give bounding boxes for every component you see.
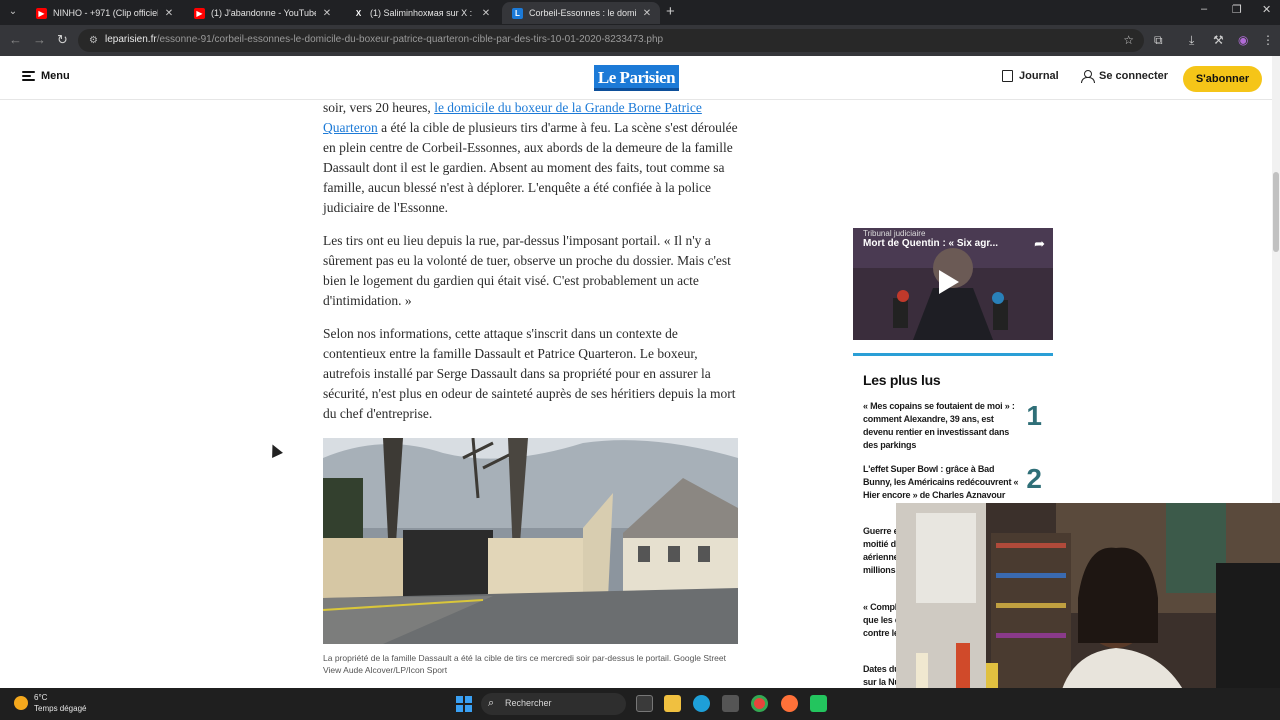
rank-number: 1 <box>1026 400 1042 431</box>
new-tab-icon[interactable]: + <box>666 4 675 20</box>
mouse-cursor-icon <box>267 442 283 458</box>
close-icon[interactable]: ✕ <box>164 8 174 19</box>
street-view-image <box>323 438 738 644</box>
tab-search-icon[interactable]: ⌄ <box>5 4 21 20</box>
tab-title: (1) Saliminhoxмая sur X : "L'ex <box>370 8 475 18</box>
photo-caption: La propriété de la famille Dassault a ét… <box>323 653 726 675</box>
minimize-icon[interactable]: – <box>1201 3 1207 15</box>
close-icon[interactable]: ✕ <box>642 8 652 19</box>
menu-button[interactable]: Menu <box>22 70 70 82</box>
article-paragraph: Selon nos informations, cette attaque s'… <box>323 326 736 421</box>
site-logo[interactable]: Le Parisien <box>594 65 679 91</box>
play-icon[interactable] <box>939 270 959 294</box>
tab-title: Corbeil-Essonnes : le domicile d <box>529 8 636 18</box>
article-paragraph: Les tirs ont eu lieu depuis la rue, par-… <box>323 233 731 308</box>
weather-text: 6°C Temps dégagé <box>34 692 86 714</box>
video-title: Mort de Quentin : « Six agr... <box>863 238 999 249</box>
weather-widget[interactable]: 6°C Temps dégagé <box>14 692 86 714</box>
journal-button[interactable]: Journal <box>1002 70 1059 82</box>
browser-toolbar: ← → ↻ ⚙ leparisien.fr/essonne-91/corbeil… <box>0 25 1280 56</box>
temperature: 6°C <box>34 693 48 702</box>
browser-tab-active[interactable]: L Corbeil-Essonnes : le domicile d ✕ <box>502 2 660 24</box>
weather-description: Temps dégagé <box>34 704 87 713</box>
browser-tab[interactable]: ▶ NINHO - +971 (Clip officiel) - Y ✕ <box>26 2 182 24</box>
weather-sun-icon <box>14 696 28 710</box>
firefox-icon[interactable] <box>781 695 798 712</box>
profile-icon[interactable]: ◉ <box>1238 33 1248 47</box>
menu-label: Menu <box>41 70 70 82</box>
taskbar-search[interactable]: ⌕ Rechercher <box>481 693 626 715</box>
file-explorer-icon[interactable] <box>664 695 681 712</box>
close-icon[interactable]: ✕ <box>481 8 491 19</box>
site-header: Menu Le Parisien Journal Se connecter S'… <box>0 56 1272 100</box>
tab-title: (1) J'abandonne - YouTube <box>211 8 316 18</box>
forward-icon[interactable]: → <box>33 32 46 48</box>
youtube-icon: ▶ <box>194 7 205 19</box>
store-icon[interactable] <box>722 695 739 712</box>
close-icon[interactable]: ✕ <box>322 8 332 19</box>
most-read-item[interactable]: L'effet Super Bowl : grâce à Bad Bunny, … <box>863 463 1048 502</box>
chrome-icon[interactable] <box>751 695 768 712</box>
browser-tab[interactable]: X (1) Saliminhoxмая sur X : "L'ex ✕ <box>343 2 499 24</box>
youtube-icon: ▶ <box>36 7 47 19</box>
browser-menu-icon[interactable]: ⋮ <box>1262 33 1274 47</box>
edge-icon[interactable] <box>693 695 710 712</box>
article-photo <box>323 438 738 644</box>
address-url[interactable]: leparisien.fr/essonne-91/corbeil-essonne… <box>105 34 663 45</box>
user-icon <box>1081 70 1095 83</box>
subscribe-button[interactable]: S'abonner <box>1183 66 1262 92</box>
login-label: Se connecter <box>1099 70 1169 82</box>
most-read-headline: L'effet Super Bowl : grâce à Bad Bunny, … <box>863 464 1019 500</box>
newspaper-icon <box>1002 70 1013 82</box>
site-info-icon[interactable]: ⚙ <box>87 34 100 47</box>
maximize-icon[interactable]: ❐ <box>1232 3 1242 16</box>
login-button[interactable]: Se connecter <box>1081 70 1169 83</box>
app-icon[interactable] <box>810 695 827 712</box>
most-read-title: Les plus lus <box>863 372 941 388</box>
browser-tab[interactable]: ▶ (1) J'abandonne - YouTube ✕ <box>184 2 340 24</box>
article-paragraph: soir, vers 20 heures, le domicile du box… <box>323 100 738 215</box>
x-icon: X <box>355 8 362 18</box>
task-view-icon[interactable] <box>636 695 653 712</box>
share-icon[interactable]: ➦ <box>1034 236 1045 252</box>
video-player[interactable]: Tribunal judiciaire Mort de Quentin : « … <box>853 228 1053 340</box>
journal-label: Journal <box>1019 70 1059 82</box>
close-window-icon[interactable]: ✕ <box>1262 3 1271 16</box>
download-icon[interactable]: ⤓ <box>1189 33 1194 47</box>
most-read-widget: Les plus lus « Mes copains se foutaient … <box>853 353 1053 687</box>
reload-icon[interactable]: ↻ <box>57 32 68 48</box>
address-bar[interactable]: ⚙ leparisien.fr/essonne-91/corbeil-esson… <box>78 29 1144 52</box>
search-icon: ⌕ <box>488 697 495 709</box>
tab-title: NINHO - +971 (Clip officiel) - Y <box>53 8 158 18</box>
windows-taskbar: 6°C Temps dégagé ⌕ Rechercher <box>0 688 1280 720</box>
back-icon[interactable]: ← <box>9 32 22 48</box>
video-overline: Tribunal judiciaire <box>863 229 926 238</box>
scrollbar-thumb[interactable] <box>1273 172 1279 252</box>
article-body: soir, vers 20 heures, le domicile du box… <box>323 98 739 437</box>
search-placeholder: Rechercher <box>505 698 552 708</box>
extensions-icon[interactable]: ⧉ <box>1154 33 1163 47</box>
browser-tab-strip: ⌄ ▶ NINHO - +971 (Clip officiel) - Y ✕ ▶… <box>0 0 1280 25</box>
most-read-headline: « Mes copains se foutaient de moi » : co… <box>863 401 1015 450</box>
extension-tool-icon[interactable]: ⚒ <box>1213 33 1224 47</box>
most-read-item[interactable]: « Mes copains se foutaient de moi » : co… <box>863 400 1048 452</box>
rank-number: 2 <box>1026 463 1042 494</box>
windows-start-icon[interactable] <box>456 696 472 712</box>
le-parisien-icon: L <box>512 7 523 19</box>
hamburger-icon <box>22 71 35 81</box>
bookmark-star-icon[interactable]: ☆ <box>1123 33 1134 47</box>
